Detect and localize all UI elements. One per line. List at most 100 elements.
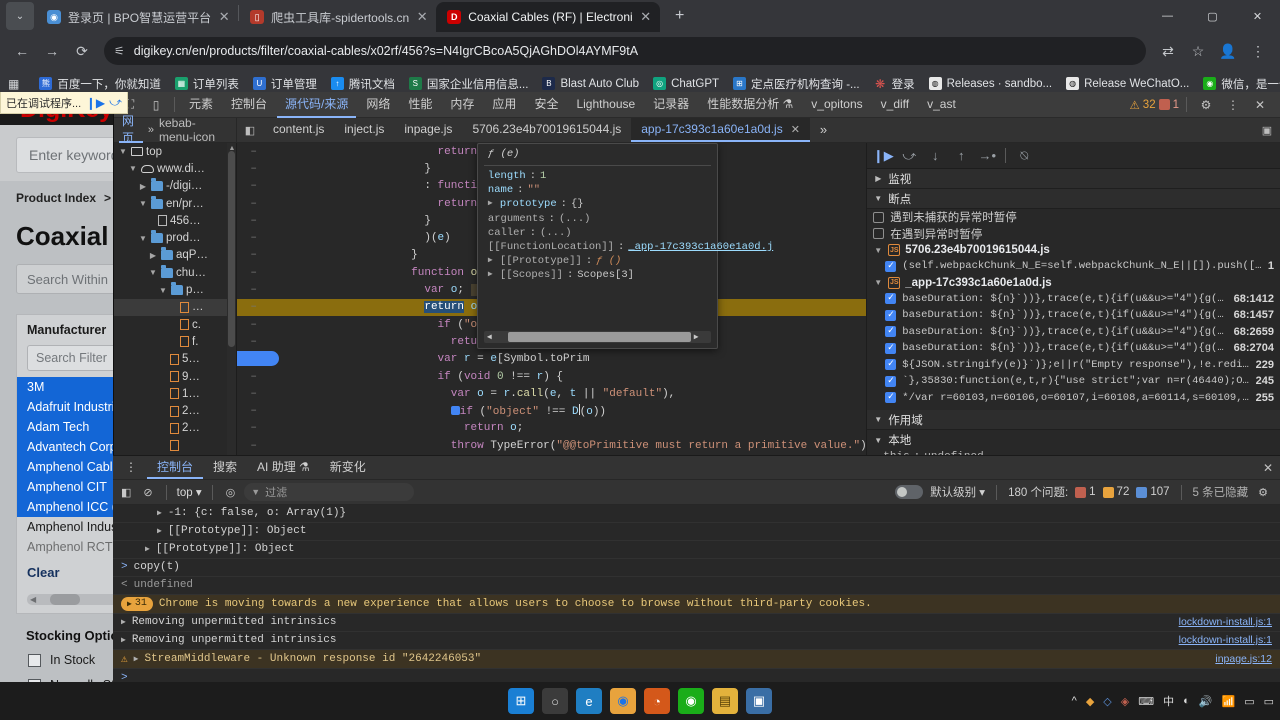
- local-scope-header[interactable]: ▼ 本地: [867, 430, 1280, 450]
- breakpoints-section-header[interactable]: ▼ 断点: [867, 189, 1280, 209]
- tab-network[interactable]: 网络: [358, 92, 398, 118]
- split-panel-icon[interactable]: ▣: [1254, 118, 1280, 142]
- firefox-icon[interactable]: ◔: [644, 688, 670, 714]
- tree-item-www-digikey[interactable]: ▼ www.di…: [114, 160, 236, 177]
- translate-icon[interactable]: ⇄: [1154, 37, 1182, 65]
- twisty-icon[interactable]: ▼: [873, 278, 883, 287]
- twisty-icon[interactable]: ▶: [145, 544, 150, 554]
- close-icon[interactable]: ✕: [1248, 94, 1272, 116]
- gear-icon[interactable]: ⚙: [1194, 94, 1218, 116]
- pause-uncaught-exceptions-row[interactable]: 遇到未捕获的异常时暂停: [867, 209, 1280, 226]
- twisty-icon[interactable]: ▼: [128, 164, 138, 173]
- scrollbar-thumb[interactable]: [227, 151, 235, 347]
- editor-tab-inpage-js[interactable]: inpage.js: [394, 118, 462, 142]
- editor-tabs-overflow-button[interactable]: »: [810, 118, 837, 142]
- checkbox-icon[interactable]: [873, 211, 885, 223]
- notification-icon[interactable]: ▭: [1264, 695, 1274, 708]
- profile-icon[interactable]: 👤: [1214, 37, 1242, 65]
- apps-grid-icon[interactable]: ▦: [8, 77, 19, 91]
- kebab-menu-icon[interactable]: kebab-menu-icon: [159, 116, 231, 144]
- console-prompt-row[interactable]: >: [113, 669, 1280, 682]
- battery-icon[interactable]: ▭: [1244, 695, 1254, 708]
- breakpoint-marker-icon[interactable]: [450, 406, 460, 416]
- gear-icon[interactable]: ⚙: [1255, 486, 1271, 499]
- twisty-icon[interactable]: ▼: [873, 436, 883, 445]
- breakpoint-row[interactable]: baseDuration: ${n}`))},trace(e,t){if(u&&…: [867, 307, 1280, 324]
- tab-memory[interactable]: 内存: [442, 92, 482, 118]
- clear-console-icon[interactable]: ⊘: [140, 486, 155, 499]
- bookmark-item-9[interactable]: ◍ Releases · sandbo...: [923, 74, 1058, 93]
- tree-item-file-next[interactable]: [114, 437, 236, 454]
- sidebar-toggle-icon[interactable]: ◧: [237, 118, 263, 142]
- scroll-right-arrow-icon[interactable]: ▶: [691, 332, 702, 342]
- search-icon[interactable]: ○: [542, 688, 568, 714]
- twisty-icon[interactable]: ▶: [873, 174, 883, 183]
- console-source-link[interactable]: lockdown-install.js:1: [1179, 634, 1272, 646]
- app-tray-icon-1[interactable]: ◆: [1086, 695, 1094, 708]
- breakpoint-row[interactable]: */var r=60103,n=60106,o=60107,i=60108,a=…: [867, 390, 1280, 407]
- breakpoint-file-app[interactable]: ▼ JS _app-17c393c1a60e1a0d.js: [867, 275, 1280, 291]
- close-icon[interactable]: ✕: [1256, 456, 1280, 479]
- device-toolbar-icon[interactable]: ▯: [144, 94, 168, 116]
- browser-tab-1[interactable]: ▯ 爬虫工具库-spidertools.cn ✕: [239, 2, 436, 32]
- console-level-selector[interactable]: 默认级别 ▾: [930, 484, 985, 500]
- twisty-icon[interactable]: ▶: [488, 198, 496, 210]
- watch-section-header[interactable]: ▶ 监视: [867, 169, 1280, 189]
- step-over-icon[interactable]: ⤻: [109, 95, 122, 110]
- breadcrumb-item-0[interactable]: Product Index: [16, 191, 96, 205]
- console-grouped-message-row[interactable]: ▶ 31 Chrome is moving towards a new exper…: [113, 594, 1280, 614]
- tree-item-selected-file[interactable]: …: [114, 298, 236, 316]
- tree-item-en-pr-folder[interactable]: ▼ en/pr…: [114, 195, 236, 212]
- tree-item-file-1[interactable]: 1…: [114, 385, 236, 402]
- console-log-row[interactable]: ▶ Removing unpermitted intrinsics lockdo…: [113, 614, 1280, 632]
- bookmark-item-5[interactable]: B Blast Auto Club: [536, 74, 645, 93]
- twisty-icon[interactable]: ▶: [134, 654, 139, 664]
- console-sidebar-icon[interactable]: ◧: [118, 486, 134, 499]
- scroll-left-arrow-icon[interactable]: ◀: [484, 332, 495, 342]
- tree-item-top[interactable]: ▼ top: [114, 143, 236, 160]
- moon-icon[interactable]: ◐: [1183, 695, 1190, 707]
- minimize-button[interactable]: —: [1145, 0, 1190, 32]
- app-tray-icon-2[interactable]: ◇: [1103, 695, 1111, 708]
- new-tab-button[interactable]: +: [666, 2, 694, 30]
- start-icon[interactable]: ⊞: [508, 688, 534, 714]
- bookmark-star-icon[interactable]: ☆: [1184, 37, 1212, 65]
- deactivate-breakpoints-button[interactable]: ⍉: [1012, 145, 1036, 167]
- popover-property-prototype[interactable]: ▶ prototype: {}: [478, 197, 717, 211]
- app-icon[interactable]: ▣: [746, 688, 772, 714]
- live-expression-icon[interactable]: ◎: [223, 486, 239, 499]
- tab-search-button[interactable]: ⌄: [6, 2, 34, 30]
- checkbox-icon[interactable]: [885, 358, 897, 371]
- tab-performance-insights[interactable]: 性能数据分析 ⚗: [699, 92, 801, 118]
- error-badge[interactable]: 1: [1158, 99, 1179, 111]
- resume-script-button[interactable]: ❙▶: [871, 145, 895, 167]
- twisty-icon[interactable]: ▼: [118, 147, 128, 156]
- tab-recorder[interactable]: 记录器: [645, 92, 697, 118]
- checkbox-icon[interactable]: [885, 325, 897, 338]
- issue-info-count[interactable]: 107: [1136, 486, 1170, 498]
- console-warning-row[interactable]: ⚠ ▶ StreamMiddleware - Unknown response …: [113, 649, 1280, 669]
- warning-badge[interactable]: ⚠ 32: [1129, 98, 1155, 112]
- breakpoint-row[interactable]: (self.webpackChunk_N_E=self.webpackChunk…: [867, 258, 1280, 275]
- twisty-icon[interactable]: ▶: [488, 255, 496, 267]
- checkbox-icon[interactable]: [885, 391, 897, 404]
- issue-warning-count[interactable]: 72: [1102, 486, 1129, 498]
- back-button[interactable]: ←: [8, 37, 36, 65]
- console-settings-toggle[interactable]: [895, 485, 924, 500]
- folder-icon[interactable]: ▤: [712, 688, 738, 714]
- maximize-button[interactable]: ▢: [1190, 0, 1235, 32]
- close-tab-button[interactable]: ✕: [416, 9, 428, 25]
- step-over-button[interactable]: ⤻: [897, 145, 921, 167]
- resume-icon[interactable]: ❙▶: [86, 96, 105, 110]
- twisty-icon[interactable]: ▶: [488, 269, 496, 281]
- twisty-icon[interactable]: ▶: [121, 617, 126, 627]
- navigator-overflow-button[interactable]: »: [148, 124, 154, 136]
- tab-lighthouse[interactable]: Lighthouse: [568, 92, 643, 118]
- step-button[interactable]: →•: [975, 145, 999, 167]
- step-into-button[interactable]: ↓: [923, 145, 947, 167]
- checkbox-icon[interactable]: [885, 342, 897, 354]
- drawer-tab-whats-new[interactable]: 新变化: [320, 456, 376, 479]
- twisty-icon[interactable]: ▶: [138, 182, 148, 191]
- tab-application[interactable]: 应用: [484, 92, 524, 118]
- tree-item-file-2b[interactable]: 2…: [114, 420, 236, 437]
